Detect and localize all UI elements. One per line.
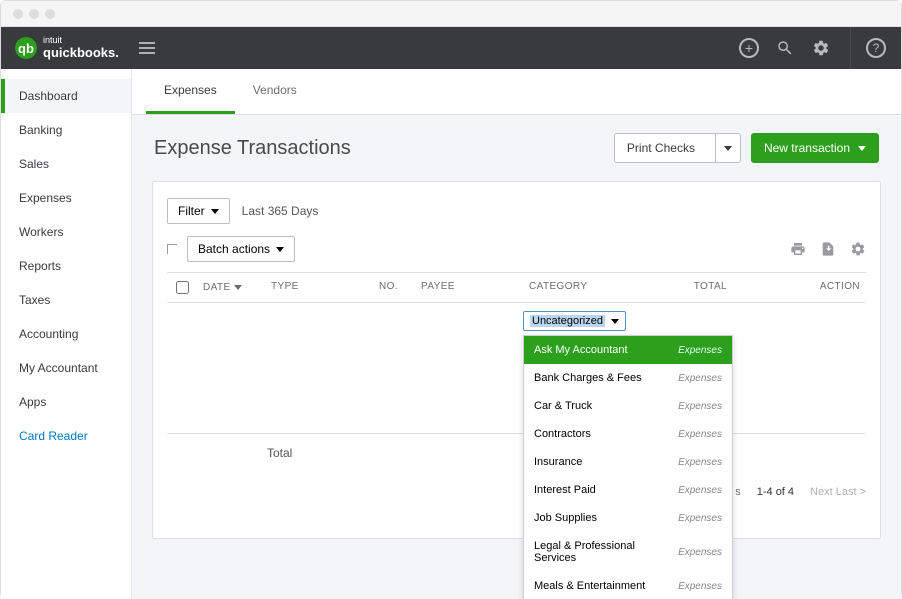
logo-mark: qb	[15, 37, 37, 59]
category-select[interactable]: Uncategorized	[523, 311, 626, 331]
search-icon[interactable]	[774, 37, 796, 59]
sidebar-item-taxes[interactable]: Taxes	[1, 283, 131, 317]
sort-caret-icon	[234, 285, 242, 290]
sidebar-item-sales[interactable]: Sales	[1, 147, 131, 181]
export-icon[interactable]	[820, 241, 836, 257]
gear-icon[interactable]	[810, 37, 832, 59]
transactions-card: Filter Last 365 Days Batch actions	[152, 181, 881, 539]
sidebar-item-apps[interactable]: Apps	[1, 385, 131, 419]
col-category[interactable]: CATEGORY	[523, 281, 653, 294]
table-body: Uncategorized Ask My AccountantExpensesB…	[167, 303, 866, 433]
create-new-icon[interactable]: +	[738, 37, 760, 59]
settings-gear-icon[interactable]	[850, 241, 866, 257]
sidebar-item-accounting[interactable]: Accounting	[1, 317, 131, 351]
col-date[interactable]: DATE	[197, 281, 265, 294]
pager-next[interactable]: Next Last >	[810, 486, 866, 498]
divider	[850, 27, 851, 69]
category-option[interactable]: Meals & EntertainmentExpenses	[524, 572, 732, 599]
traffic-light-max[interactable]	[45, 9, 55, 19]
col-type[interactable]: TYPE	[265, 281, 373, 294]
col-total[interactable]: TOTAL	[653, 281, 733, 294]
select-corner	[167, 244, 177, 254]
main-tabs: ExpensesVendors	[132, 69, 901, 115]
main-content: ExpensesVendors Expense Transactions Pri…	[132, 69, 901, 599]
sidebar-item-banking[interactable]: Banking	[1, 113, 131, 147]
select-all-checkbox[interactable]	[176, 281, 189, 294]
hamburger-icon[interactable]	[139, 42, 155, 54]
window-titlebar	[1, 1, 901, 27]
category-option[interactable]: Legal & Professional ServicesExpenses	[524, 532, 732, 572]
sidebar-item-dashboard[interactable]: Dashboard	[1, 79, 131, 113]
top-bar: qb intuit quickbooks. + ?	[1, 27, 901, 69]
chevron-down-icon	[611, 319, 619, 324]
print-icon[interactable]	[790, 241, 806, 257]
total-row: Total	[167, 433, 866, 472]
chevron-down-icon	[276, 247, 284, 252]
category-option[interactable]: InsuranceExpenses	[524, 448, 732, 476]
table-header: DATE TYPE NO. PAYEE CATEGORY TOTAL ACTIO…	[167, 272, 866, 303]
category-option[interactable]: Ask My AccountantExpenses	[524, 336, 732, 364]
batch-actions-button[interactable]: Batch actions	[187, 236, 295, 262]
print-checks-caret[interactable]	[715, 134, 740, 162]
tab-expenses[interactable]: Expenses	[146, 69, 235, 114]
pager-range: 1-4 of 4	[757, 486, 794, 498]
sidebar-item-my-accountant[interactable]: My Accountant	[1, 351, 131, 385]
page-header: Expense Transactions Print Checks New tr…	[132, 115, 901, 181]
col-payee[interactable]: PAYEE	[415, 281, 523, 294]
category-option[interactable]: Car & TruckExpenses	[524, 392, 732, 420]
category-option[interactable]: Job SuppliesExpenses	[524, 504, 732, 532]
print-checks-button[interactable]: Print Checks	[614, 133, 741, 163]
category-option[interactable]: Bank Charges & FeesExpenses	[524, 364, 732, 392]
chevron-down-icon	[211, 209, 219, 214]
filter-button[interactable]: Filter	[167, 198, 230, 224]
pager: s 1-4 of 4 Next Last >	[167, 472, 866, 498]
col-no[interactable]: NO.	[373, 281, 415, 294]
filter-range-label: Last 365 Days	[242, 204, 319, 218]
chevron-down-icon	[858, 146, 866, 151]
sidebar-item-workers[interactable]: Workers	[1, 215, 131, 249]
sidebar-item-expenses[interactable]: Expenses	[1, 181, 131, 215]
new-transaction-button[interactable]: New transaction	[751, 133, 879, 163]
app-logo[interactable]: qb intuit quickbooks.	[15, 36, 119, 60]
page-title: Expense Transactions	[154, 137, 351, 160]
category-dropdown: Ask My AccountantExpensesBank Charges & …	[523, 335, 733, 599]
traffic-light-min[interactable]	[29, 9, 39, 19]
help-icon[interactable]: ?	[865, 37, 887, 59]
traffic-light-close[interactable]	[13, 9, 23, 19]
pager-prefix: s	[735, 486, 741, 498]
category-option[interactable]: ContractorsExpenses	[524, 420, 732, 448]
sidebar-item-card-reader[interactable]: Card Reader	[1, 419, 131, 453]
category-option[interactable]: Interest PaidExpenses	[524, 476, 732, 504]
tab-vendors[interactable]: Vendors	[235, 69, 315, 114]
col-action[interactable]: ACTION	[733, 281, 866, 294]
sidebar-item-reports[interactable]: Reports	[1, 249, 131, 283]
logo-text: intuit quickbooks.	[43, 36, 119, 60]
sidebar: DashboardBankingSalesExpensesWorkersRepo…	[1, 69, 132, 599]
